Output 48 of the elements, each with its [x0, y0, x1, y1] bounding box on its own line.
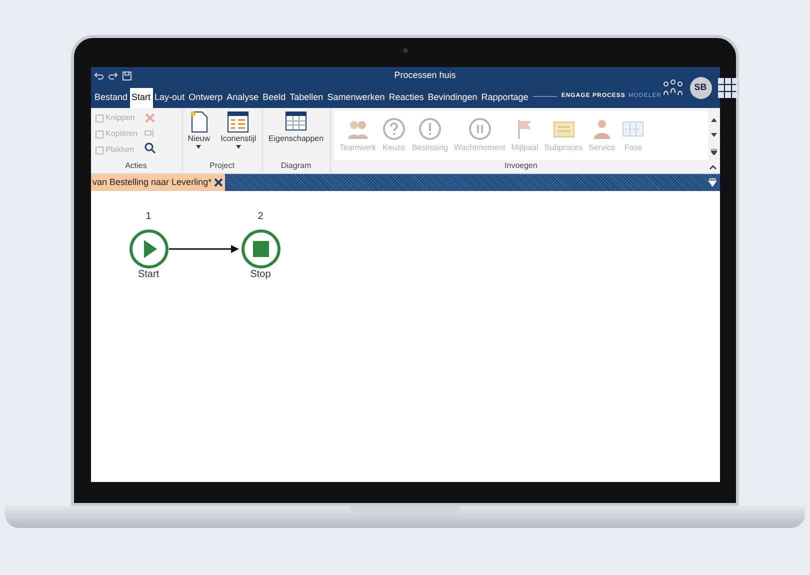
- ribbon-tab[interactable]: Bestand: [92, 88, 130, 108]
- new-document-icon: [190, 111, 208, 133]
- ribbon-command[interactable]: Nieuw: [188, 111, 210, 160]
- exclamation-icon: [418, 117, 442, 141]
- table-icon: [285, 111, 307, 131]
- undo-icon[interactable]: [94, 71, 104, 81]
- ribbon-tab[interactable]: Beeld: [260, 88, 288, 108]
- node-number: 2: [258, 212, 264, 222]
- window-title: Processen huis: [393, 69, 456, 82]
- people-icon[interactable]: [662, 78, 684, 96]
- ribbon-command[interactable]: Eigenschappen: [268, 111, 324, 149]
- ribbon-tab[interactable]: Bevindingen: [426, 88, 480, 108]
- node-label: Stop: [250, 270, 271, 280]
- icon-grid-icon: [227, 111, 250, 133]
- caret-icon: [196, 145, 202, 149]
- ribbon-tab[interactable]: Analyse: [224, 88, 261, 108]
- scroll-up-icon[interactable]: [710, 116, 716, 122]
- scroll-down-icon[interactable]: [710, 132, 716, 138]
- group-label: Acties: [124, 160, 148, 172]
- expand-gallery-icon[interactable]: [710, 148, 716, 154]
- ribbon-tab[interactable]: Rapportage: [479, 88, 530, 108]
- ribbon-tab[interactable]: Samenwerken: [325, 88, 387, 108]
- ribbon-tab[interactable]: Start: [130, 88, 153, 108]
- node-label: Start: [138, 270, 160, 280]
- ribbon-tab[interactable]: Tabellen: [288, 88, 326, 108]
- start-node-icon[interactable]: [128, 229, 168, 269]
- node-number: 1: [146, 212, 152, 222]
- pause-icon: [468, 117, 492, 141]
- group-label: Project: [208, 160, 236, 172]
- ribbon-tab[interactable]: Ontwerp: [186, 88, 225, 108]
- caret-icon: [236, 145, 241, 149]
- dropdown-icon[interactable]: [708, 178, 716, 187]
- user-avatar[interactable]: SB: [690, 76, 712, 98]
- save-icon[interactable]: [122, 71, 132, 81]
- ribbon-tab[interactable]: Lay-out: [152, 88, 187, 108]
- connector-arrow[interactable]: [168, 244, 240, 254]
- group-label: Diagram: [280, 160, 312, 172]
- document-tab[interactable]: van Bestelling naar Leverling*: [90, 174, 225, 191]
- collapse-ribbon-icon[interactable]: [708, 164, 716, 170]
- close-icon[interactable]: [214, 178, 223, 187]
- stop-node-icon[interactable]: [240, 229, 280, 269]
- search-icon[interactable]: [144, 142, 156, 154]
- ribbon-command[interactable]: Iconenstijl: [220, 111, 256, 160]
- redo-icon[interactable]: [108, 71, 118, 81]
- ribbon-tab[interactable]: Reacties: [386, 88, 426, 108]
- app-grid-icon[interactable]: [718, 78, 738, 98]
- question-icon: [382, 117, 406, 141]
- group-label: Invoegen: [504, 160, 538, 172]
